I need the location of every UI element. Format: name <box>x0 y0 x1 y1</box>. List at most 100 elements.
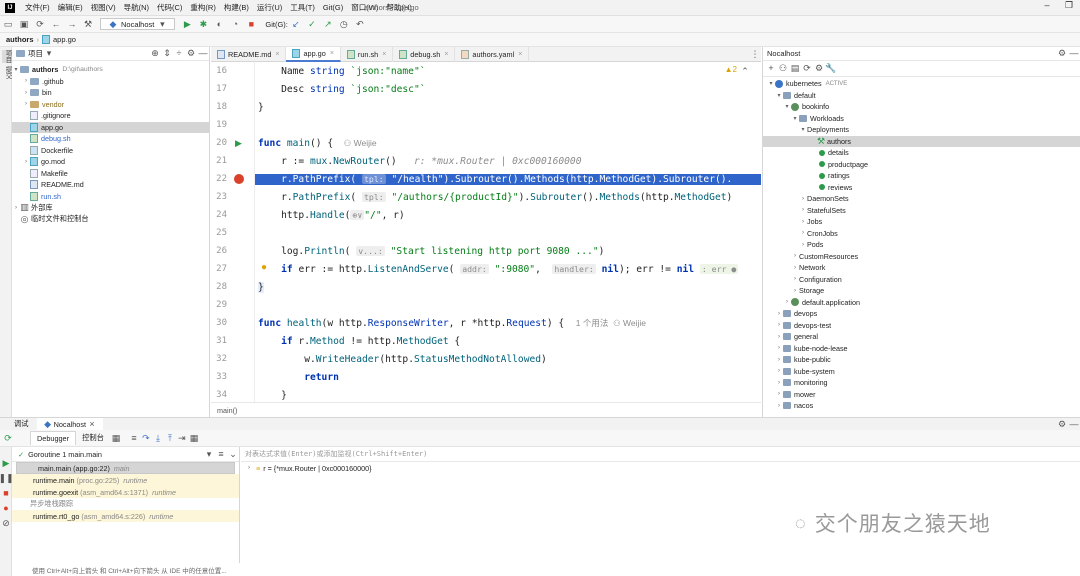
expand-arrow-icon[interactable]: › <box>775 334 783 340</box>
code-line[interactable]: 26 log.Println( v...: "Start listening h… <box>211 242 761 260</box>
code-line[interactable]: 17 Desc string `json:"desc"` <box>211 80 761 98</box>
expand-arrow-icon[interactable]: › <box>791 288 799 294</box>
hide-icon[interactable]: — <box>197 48 209 60</box>
expand-arrow-icon[interactable]: › <box>775 403 783 409</box>
workload-kind-item[interactable]: › StatefulSets <box>763 205 1080 217</box>
settings-icon[interactable]: ⚙ <box>813 63 825 75</box>
tree-item[interactable]: debug.sh <box>12 133 209 145</box>
menu-tools[interactable]: 工具(T) <box>286 2 319 13</box>
breadcrumb-file[interactable]: app.go <box>53 35 76 44</box>
stripe-commit[interactable]: 提交 <box>2 66 12 79</box>
expand-arrow-icon[interactable]: › <box>775 357 783 363</box>
collapse-all-icon[interactable]: ⇕ <box>161 48 173 60</box>
minimize-icon[interactable]: – <box>1036 0 1058 16</box>
tab-app-go[interactable]: app.go × <box>286 46 341 62</box>
stop-icon[interactable]: ■ <box>0 487 12 499</box>
hide-icon[interactable]: — <box>1068 418 1080 430</box>
tree-item[interactable]: › vendor <box>12 99 209 111</box>
menu-edit[interactable]: 编辑(E) <box>54 2 87 13</box>
namespace-item[interactable]: › kube-public <box>763 354 1080 366</box>
step-into-icon[interactable]: ⤓ <box>152 432 164 444</box>
workload-kind-item[interactable]: › CronJobs <box>763 228 1080 240</box>
sync-icon[interactable]: ⟳ <box>34 18 46 30</box>
expand-arrow-icon[interactable]: › <box>791 265 799 271</box>
expand-arrow-icon[interactable]: › <box>775 322 783 328</box>
code-line[interactable]: 25 <box>211 224 761 242</box>
gear-icon[interactable]: ⚙ <box>1056 418 1068 430</box>
namespace-item[interactable]: › monitoring <box>763 377 1080 389</box>
step-out-icon[interactable]: ⤒ <box>164 432 176 444</box>
expand-arrow-icon[interactable]: › <box>245 465 253 471</box>
expand-arrow-icon[interactable]: › <box>775 380 783 386</box>
build-icon[interactable]: ⚒ <box>82 18 94 30</box>
code-line[interactable]: 24 http.Handle(⊕∨ "/", r) <box>211 206 761 224</box>
app-item[interactable]: › default.application <box>763 297 1080 309</box>
git-commit-icon[interactable]: ✓ <box>306 18 318 30</box>
menu-build[interactable]: 构建(B) <box>220 2 253 13</box>
more-icon[interactable]: ⌄ <box>227 448 239 460</box>
run-icon[interactable]: ▶ <box>181 18 193 30</box>
goroutine-select[interactable]: ✓ Goroutine 1 main.main ▾ ≡ ⌄ <box>12 447 239 462</box>
code-line[interactable]: 32 w.WriteHeader(http.StatusMethodNotAll… <box>211 350 761 368</box>
code-editor[interactable]: ▲2 ⌃ 16 Name string `json:"name"` 17 Des… <box>211 62 761 402</box>
refresh-icon[interactable]: ⟳ <box>801 63 813 75</box>
usages-hint[interactable]: 1 个用法 <box>576 318 609 328</box>
expand-arrow-icon[interactable]: › <box>799 242 807 248</box>
coverage-icon[interactable]: ◐ <box>213 18 225 30</box>
git-rollback-icon[interactable]: ↶ <box>354 18 366 30</box>
debug-session-tab[interactable]: ◆ Nocalhost × <box>36 417 104 431</box>
deployment-item-selected[interactable]: ⚒ authors <box>763 135 1080 147</box>
menu-refactor[interactable]: 重构(R) <box>186 2 219 13</box>
tree-root[interactable]: ▾ authors D:\git\authors <box>12 64 209 76</box>
code-line[interactable]: 19 <box>211 116 761 134</box>
code-line[interactable]: 29 <box>211 296 761 314</box>
frame-row-selected[interactable]: main.main (app.go:22) main <box>16 462 235 474</box>
variable-row[interactable]: › ≡ r = {*mux.Router | 0xc000160000} <box>241 462 1080 474</box>
stop-icon[interactable]: ■ <box>245 18 257 30</box>
code-line[interactable]: 31 if r.Method != http.MethodGet { <box>211 332 761 350</box>
chevron-down-icon[interactable]: ▾ <box>43 48 55 60</box>
breakpoint-icon[interactable] <box>234 174 244 184</box>
layout-icon[interactable]: ▦ <box>110 432 122 444</box>
code-line[interactable]: 30 func health(w http.ResponseWriter, r … <box>211 314 761 332</box>
wrench-icon[interactable]: 🔧 <box>825 63 837 75</box>
tab-authors-yaml[interactable]: authors.yaml × <box>455 46 530 62</box>
close-icon[interactable]: × <box>86 418 98 430</box>
pause-icon[interactable]: ❚❚ <box>0 472 14 484</box>
tree-item[interactable]: › bin <box>12 87 209 99</box>
rerun-icon[interactable]: ⟳ <box>2 432 14 444</box>
view-breakpoints-icon[interactable]: ● <box>0 502 12 514</box>
users-icon[interactable]: ⚇ <box>777 63 789 75</box>
workload-kind-item[interactable]: › Pods <box>763 239 1080 251</box>
code-line[interactable]: 34 } <box>211 386 761 402</box>
tree-item[interactable]: Dockerfile <box>12 145 209 157</box>
tree-item-scratches[interactable]: ◎ 临时文件和控制台 <box>12 214 209 226</box>
run-gutter-icon[interactable]: ▶ <box>235 138 244 148</box>
expand-arrow-icon[interactable]: ▾ <box>12 66 20 73</box>
namespace-item[interactable]: › devops <box>763 308 1080 320</box>
close-icon[interactable]: × <box>444 51 448 58</box>
expand-arrow-icon[interactable]: ▾ <box>775 92 783 99</box>
code-line[interactable]: 33 return <box>211 368 761 386</box>
expand-arrow-icon[interactable]: › <box>775 345 783 351</box>
profile-icon[interactable]: ◔ <box>229 18 241 30</box>
cluster-item[interactable]: ▾ kubernetes ACTIVE <box>763 78 1080 90</box>
step-over-icon[interactable]: ↷ <box>140 432 152 444</box>
app-item[interactable]: ▾ bookinfo <box>763 101 1080 113</box>
code-line[interactable]: 20 ▶ func main() { ⚇ Weijie <box>211 134 761 152</box>
namespace-item[interactable]: › kube-system <box>763 366 1080 378</box>
tree-item-selected[interactable]: app.go <box>12 121 209 133</box>
tree-item[interactable]: › go.mod <box>12 156 209 168</box>
expand-arrow-icon[interactable]: › <box>22 101 30 107</box>
expand-arrow-icon[interactable]: › <box>799 219 807 225</box>
code-line[interactable]: 16 Name string `json:"name"` <box>211 62 761 80</box>
workload-kind-item[interactable]: › DaemonSets <box>763 193 1080 205</box>
deployments-item[interactable]: ▾ Deployments <box>763 124 1080 136</box>
hide-icon[interactable]: — <box>1068 48 1080 60</box>
tab-readme[interactable]: README.md × <box>211 46 287 62</box>
menu-git[interactable]: Git(G) <box>319 3 347 12</box>
namespace-item[interactable]: › general <box>763 331 1080 343</box>
filter-icon[interactable]: ≡ <box>215 448 227 460</box>
debug-icon[interactable]: ✱ <box>197 18 209 30</box>
tree-item[interactable]: › .github <box>12 76 209 88</box>
